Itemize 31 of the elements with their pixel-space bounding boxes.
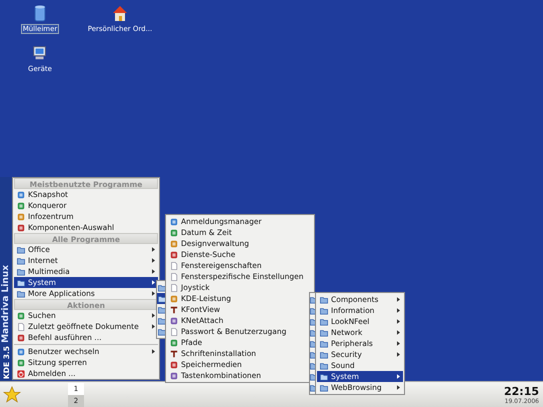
trash-can-icon[interactable] bbox=[32, 4, 48, 22]
brand-label: Mandriva Linux bbox=[1, 265, 11, 343]
app-icon bbox=[170, 294, 178, 302]
submenu-arrow-icon bbox=[152, 349, 155, 354]
star-icon[interactable] bbox=[3, 386, 21, 404]
submenu-arrow-icon bbox=[397, 352, 400, 357]
submenu-arrow-icon bbox=[397, 330, 400, 335]
computer-icon[interactable] bbox=[32, 44, 48, 62]
submenu-arrow-icon bbox=[397, 308, 400, 313]
submenu-arrow-icon bbox=[397, 374, 400, 379]
submenu-arrow-icon bbox=[152, 291, 155, 296]
submenu-arrow-icon bbox=[397, 319, 400, 324]
submenu-arrow-icon bbox=[152, 258, 155, 263]
app-icon bbox=[170, 316, 178, 324]
submenu-arrow-icon bbox=[397, 297, 400, 302]
house-icon[interactable] bbox=[112, 4, 128, 22]
clock-time: 22:15 bbox=[504, 384, 539, 398]
app-icon bbox=[17, 312, 25, 320]
submenu-arrow-icon bbox=[397, 341, 400, 346]
submenu-arrow-icon bbox=[152, 324, 155, 329]
submenu-arrow-icon bbox=[152, 269, 155, 274]
document-icon bbox=[170, 328, 178, 336]
letter-icon bbox=[170, 306, 178, 314]
submenu-arrow-icon bbox=[152, 280, 155, 285]
submenu-arrow-icon bbox=[152, 247, 155, 252]
letter-icon bbox=[170, 350, 178, 358]
app-icon bbox=[170, 338, 178, 346]
submenu-arrow-icon bbox=[397, 385, 400, 390]
document-icon bbox=[17, 322, 25, 330]
power-icon bbox=[17, 370, 25, 378]
submenu-arrow-icon bbox=[152, 313, 155, 318]
